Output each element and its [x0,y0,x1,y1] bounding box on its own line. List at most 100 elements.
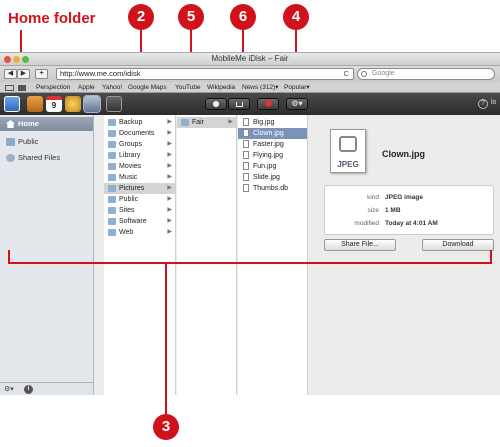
bookmark-news[interactable]: News (312)▾ [242,82,279,93]
bookmark-yahoo[interactable]: Yahoo! [102,82,122,93]
callout-3: 3 [153,414,179,440]
download-toolbar-button[interactable] [228,98,250,110]
jpeg-file-icon: JPEG [330,129,366,173]
help-button[interactable]: ? [478,99,488,109]
callout-3-line [165,262,167,414]
info-icon[interactable]: i [24,385,33,394]
bookmarks-bar: Perspection Apple Yahoo! Google Maps You… [0,82,500,93]
list-item-selected[interactable]: Pictures ▶ [104,183,175,194]
chevron-right-icon: ▶ [167,141,172,147]
file-icon-graphic [339,136,357,152]
document-file-icon [243,184,249,192]
image-file-icon [243,129,249,137]
bookmark-popular[interactable]: Popular▾ [284,82,310,93]
calendar-app-icon[interactable]: 9 [46,96,62,112]
chevron-right-icon: ▶ [228,119,233,125]
list-item[interactable]: Backup ▶ [104,117,175,128]
image-file-icon [243,151,249,159]
callout-6: 6 [230,4,256,30]
bookmark-google-maps[interactable]: Google Maps [128,82,167,93]
list-item-selected[interactable]: Fair ▶ [177,117,236,128]
image-file-icon [243,162,249,170]
callout-4: 4 [283,4,309,30]
list-item[interactable]: Faster.jpg [238,139,307,150]
image-file-icon [243,173,249,181]
chevron-right-icon: ▶ [167,207,172,213]
folder-icon [181,119,189,126]
list-item[interactable]: Big.jpg [238,117,307,128]
list-item[interactable]: Web ▶ [104,227,175,238]
list-item[interactable]: Flying.jpg [238,150,307,161]
list-item[interactable]: Thumbs.db [238,183,307,194]
list-item[interactable]: Documents ▶ [104,128,175,139]
browser-window: MobileMe iDisk – Fair ◀ ▶ + http://www.m… [0,52,500,395]
chevron-right-icon: ▶ [167,185,172,191]
list-item[interactable]: Sites ▶ [104,205,175,216]
list-item[interactable]: Fun.jpg [238,161,307,172]
idisk-app-icon[interactable] [83,95,101,113]
forward-button[interactable]: ▶ [17,69,30,79]
chevron-right-icon: ▶ [167,130,172,136]
list-item[interactable]: Software ▶ [104,216,175,227]
callout-5: 5 [178,4,204,30]
kind-label: kind [367,194,379,201]
home-icon [6,120,15,128]
folder-icon [108,185,116,192]
list-item[interactable]: Library ▶ [104,150,175,161]
contacts-app-icon[interactable] [27,96,43,112]
modified-value: Today at 4:01 AM [385,220,438,227]
search-icon [361,71,367,77]
upload-button[interactable] [205,98,227,110]
bookmark-apple[interactable]: Apple [78,82,95,93]
reload-icon[interactable]: C [344,69,349,79]
list-item[interactable]: Movies ▶ [104,161,175,172]
file-info-box: kind JPEG image size 1 MB modified Today… [324,185,494,235]
folder-icon [108,141,116,148]
url-text: http://www.me.com/idisk [60,69,141,78]
chevron-right-icon: ▶ [167,218,172,224]
sidebar-item-public[interactable]: Public [0,135,93,149]
kind-value: JPEG image [385,194,423,201]
preview-filename: Clown.jpg [382,149,425,159]
file-preview-pane: JPEG Clown.jpg kind JPEG image size 1 MB… [308,115,500,395]
bookmark-wikipedia[interactable]: Wikipedia [207,82,235,93]
action-menu-button[interactable]: ⚙▾ [286,98,308,110]
size-label: size [367,207,379,214]
mobileme-app-icon[interactable] [106,96,122,112]
sidebar-item-label: Home [18,119,39,128]
bookmark-youtube[interactable]: YouTube [175,82,201,93]
chevron-right-icon: ▶ [167,229,172,235]
folder-icon [108,130,116,137]
chevron-right-icon: ▶ [167,119,172,125]
gallery-app-icon[interactable] [65,96,81,112]
upload-icon [213,101,219,107]
search-field[interactable]: Google [357,68,495,80]
chevron-right-icon: ▶ [167,152,172,158]
folder-column-pictures: Fair ▶ [177,115,237,395]
list-item[interactable]: Public ▶ [104,194,175,205]
sidebar-item-home[interactable]: Home [0,117,93,131]
address-field[interactable]: http://www.me.com/idisk C [56,68,354,80]
delete-button[interactable] [257,98,279,110]
user-account-menu[interactable]: lo [491,99,496,106]
list-item[interactable]: Music ▶ [104,172,175,183]
top-sites-icon[interactable] [18,85,26,91]
mobileme-app-toolbar: 9 ⚙▾ ? lo [0,93,500,115]
reading-list-icon[interactable] [5,85,14,91]
download-button[interactable]: Download [422,239,494,251]
callout-3-bracket-right [490,250,492,264]
folder-icon [108,196,116,203]
folder-icon [108,119,116,126]
list-item[interactable]: Slide.jpg [238,172,307,183]
folder-icon [108,207,116,214]
add-bookmark-button[interactable]: + [35,69,48,79]
settings-gear-icon[interactable]: ⚙▾ [4,385,14,393]
back-button[interactable]: ◀ [4,69,17,79]
bookmark-perspection[interactable]: Perspection [36,82,70,93]
list-item[interactable]: Groups ▶ [104,139,175,150]
share-file-button[interactable]: Share File... [324,239,396,251]
mail-app-icon[interactable] [4,96,20,112]
sidebar-item-shared-files[interactable]: Shared Files [0,151,93,165]
folder-icon [108,152,116,159]
list-item-selected[interactable]: Clown.jpg [238,128,307,139]
